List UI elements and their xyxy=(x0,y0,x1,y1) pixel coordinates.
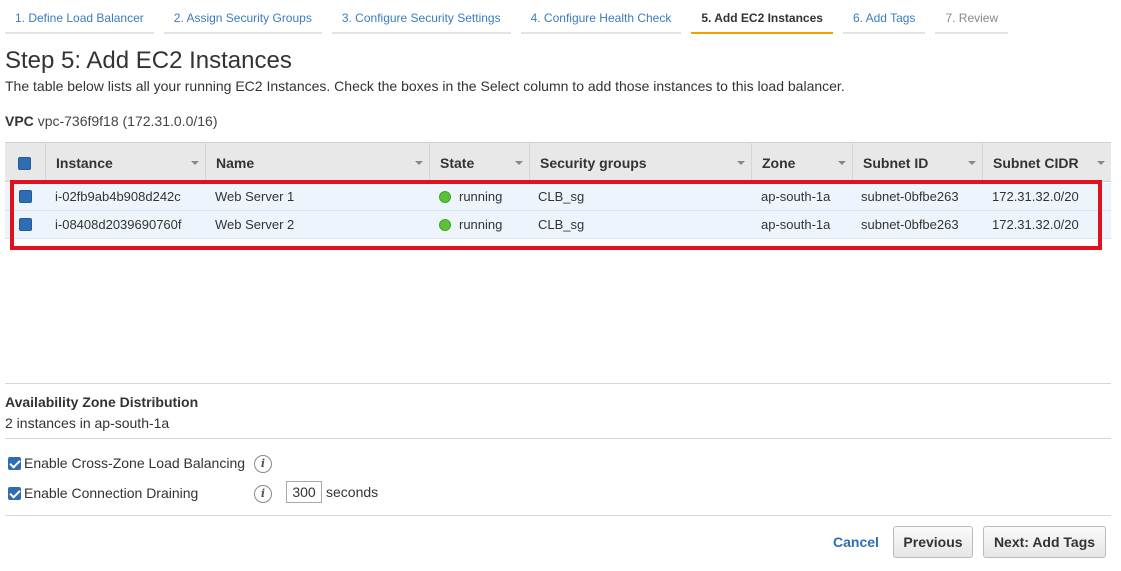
sort-caret-icon xyxy=(1097,161,1105,165)
cross-zone-checkbox[interactable] xyxy=(8,456,21,470)
column-state[interactable]: State xyxy=(429,143,529,183)
divider xyxy=(5,438,1111,439)
info-icon[interactable]: i xyxy=(254,485,272,503)
table-header: Instance Name State Security groups Zone… xyxy=(5,142,1111,183)
column-subnet-id-label: Subnet ID xyxy=(863,155,929,171)
column-name[interactable]: Name xyxy=(205,143,429,183)
divider xyxy=(5,515,1111,516)
connection-draining-option: Enable Connection Draining xyxy=(8,485,198,501)
column-subnet-cidr-label: Subnet CIDR xyxy=(993,155,1079,171)
table-row[interactable]: i-02fb9ab4b908d242c Web Server 1 running… xyxy=(5,183,1111,211)
running-status-icon xyxy=(439,191,451,203)
availability-zone-title: Availability Zone Distribution xyxy=(5,394,199,410)
sort-caret-icon xyxy=(415,161,423,165)
column-name-label: Name xyxy=(216,155,255,171)
select-all-header xyxy=(5,143,45,183)
vpc-value: vpc-736f9f18 (172.31.0.0/16) xyxy=(37,113,218,129)
step-define-load-balancer[interactable]: 1. Define Load Balancer xyxy=(5,0,154,34)
instance-subnet-id: subnet-0bfbe263 xyxy=(861,189,959,204)
step-add-tags[interactable]: 6. Add Tags xyxy=(842,0,926,34)
instance-id: i-02fb9ab4b908d242c xyxy=(55,189,181,204)
instance-security-groups: CLB_sg xyxy=(538,189,585,204)
instance-zone: ap-south-1a xyxy=(761,189,831,204)
previous-button[interactable]: Previous xyxy=(893,526,973,558)
column-state-label: State xyxy=(440,155,475,171)
column-instance-label: Instance xyxy=(56,155,113,171)
instance-id: i-08408d2039690760f xyxy=(55,217,182,232)
cancel-button[interactable]: Cancel xyxy=(833,534,879,550)
step-assign-security-groups[interactable]: 2. Assign Security Groups xyxy=(163,0,322,34)
instance-subnet-cidr: 172.31.32.0/20 xyxy=(992,189,1079,204)
column-instance[interactable]: Instance xyxy=(45,143,205,183)
step-add-ec2-instances[interactable]: 5. Add EC2 Instances xyxy=(691,0,833,34)
page-title: Step 5: Add EC2 Instances xyxy=(5,47,292,74)
vpc-label: VPC xyxy=(5,113,34,129)
column-subnet-cidr[interactable]: Subnet CIDR xyxy=(982,143,1111,183)
connection-draining-label[interactable]: Enable Connection Draining xyxy=(24,485,198,501)
seconds-label: seconds xyxy=(326,484,379,500)
instance-name: Web Server 1 xyxy=(215,189,295,204)
column-security-groups-label: Security groups xyxy=(540,155,647,171)
instance-state-label: running xyxy=(459,189,503,204)
step-configure-security-settings[interactable]: 3. Configure Security Settings xyxy=(331,0,511,34)
column-subnet-id[interactable]: Subnet ID xyxy=(852,143,982,183)
wizard-steps: 1. Define Load Balancer 2. Assign Securi… xyxy=(5,0,1018,36)
info-icon[interactable]: i xyxy=(254,455,272,473)
next-add-tags-button[interactable]: Next: Add Tags xyxy=(983,526,1106,558)
running-status-icon xyxy=(439,219,451,231)
column-security-groups[interactable]: Security groups xyxy=(529,143,751,183)
step-review: 7. Review xyxy=(935,0,1009,34)
availability-zone-value: 2 instances in ap-south-1a xyxy=(5,415,170,431)
column-zone[interactable]: Zone xyxy=(751,143,852,183)
cross-zone-option: Enable Cross-Zone Load Balancing xyxy=(8,455,245,471)
instance-state: running xyxy=(439,211,502,239)
instances-table: Instance Name State Security groups Zone… xyxy=(5,142,1111,239)
select-all-checkbox[interactable] xyxy=(18,156,31,170)
divider xyxy=(5,383,1111,384)
sort-caret-icon xyxy=(968,161,976,165)
instance-state: running xyxy=(439,183,502,211)
sort-caret-icon xyxy=(838,161,846,165)
row-select-checkbox[interactable] xyxy=(19,190,32,203)
sort-caret-icon xyxy=(737,161,745,165)
instance-name: Web Server 2 xyxy=(215,217,295,232)
row-select-checkbox[interactable] xyxy=(19,218,32,231)
cross-zone-label[interactable]: Enable Cross-Zone Load Balancing xyxy=(24,455,245,471)
step-configure-health-check[interactable]: 4. Configure Health Check xyxy=(520,0,682,34)
instance-subnet-id: subnet-0bfbe263 xyxy=(861,217,959,232)
instance-state-label: running xyxy=(459,217,503,232)
sort-caret-icon xyxy=(191,161,199,165)
instance-zone: ap-south-1a xyxy=(761,217,831,232)
draining-timeout-input[interactable]: 300 xyxy=(286,481,322,503)
instance-security-groups: CLB_sg xyxy=(538,217,585,232)
column-zone-label: Zone xyxy=(762,155,796,171)
connection-draining-checkbox[interactable] xyxy=(8,486,21,500)
sort-caret-icon xyxy=(515,161,523,165)
page-description: The table below lists all your running E… xyxy=(5,78,845,94)
table-row[interactable]: i-08408d2039690760f Web Server 2 running… xyxy=(5,211,1111,239)
instance-subnet-cidr: 172.31.32.0/20 xyxy=(992,217,1079,232)
vpc-info: VPC vpc-736f9f18 (172.31.0.0/16) xyxy=(5,113,217,129)
